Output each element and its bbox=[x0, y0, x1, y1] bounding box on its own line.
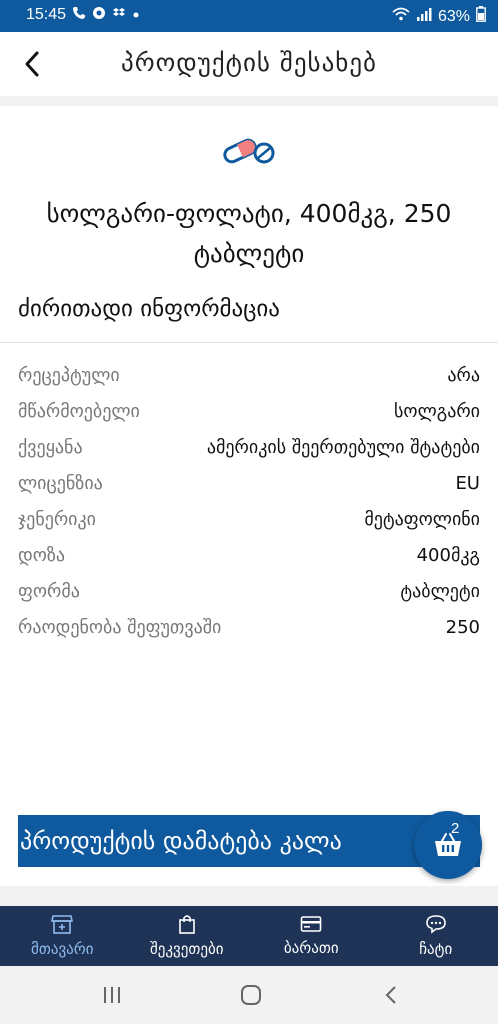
recent-apps-icon bbox=[104, 987, 120, 1003]
info-value: ამერიკის შეერთებული შტატები bbox=[206, 436, 480, 458]
app-bar: პროდუქტის შესახებ bbox=[0, 32, 498, 96]
status-time: 15:45 bbox=[26, 6, 67, 23]
info-row-license: ლიცენზია EU bbox=[18, 467, 480, 499]
info-value: EU bbox=[455, 472, 480, 494]
wifi-icon bbox=[392, 7, 410, 26]
recent-apps-button[interactable] bbox=[99, 982, 125, 1008]
nav-label: მთავარი bbox=[31, 940, 94, 958]
product-title: სოლგარი-ფოლატი, 400მკგ, 250 ტაბლეტი bbox=[46, 199, 452, 268]
pills-icon bbox=[218, 136, 280, 166]
divider bbox=[0, 342, 498, 343]
home-icon bbox=[241, 985, 261, 1005]
dot-icon bbox=[132, 7, 140, 23]
info-value: 250 bbox=[445, 616, 480, 638]
cart-count-badge: 2 bbox=[451, 820, 460, 837]
bottom-nav: მთავარი შეკვეთები ბარათი ჩატი bbox=[0, 906, 498, 966]
info-row-form: ფორმა ტაბლეტი bbox=[18, 575, 480, 607]
info-row-quantity: რაოდენობა შეფუთვაში 250 bbox=[18, 611, 480, 643]
nav-item-card[interactable]: ბარათი bbox=[249, 906, 374, 966]
info-label: ქვეყანა bbox=[18, 436, 83, 458]
nav-label: ბარათი bbox=[283, 939, 339, 957]
signal-icon bbox=[416, 7, 432, 26]
nav-label: შეკვეთები bbox=[150, 940, 224, 958]
chat-icon bbox=[425, 915, 446, 934]
system-back-icon bbox=[385, 986, 396, 1004]
info-label: დოზა bbox=[18, 544, 66, 566]
section-title: ძირითადი ინფორმაცია bbox=[18, 296, 280, 322]
info-row-dose: დოზა 400მკგ bbox=[18, 539, 480, 571]
status-bar: 15:45 63% bbox=[0, 0, 498, 32]
info-label: ლიცენზია bbox=[18, 472, 103, 494]
system-back-button[interactable] bbox=[378, 982, 404, 1008]
info-row-prescription: რეცეპტული არა bbox=[18, 359, 480, 391]
info-label: მწარმოებელი bbox=[18, 400, 140, 422]
nav-item-chat[interactable]: ჩატი bbox=[374, 906, 498, 966]
wifi-call-icon bbox=[72, 6, 86, 24]
page-title: პროდუქტის შესახებ bbox=[121, 48, 377, 77]
product-card: სოლგარი-ფოლატი, 400მკგ, 250 ტაბლეტი ძირი… bbox=[0, 106, 498, 886]
info-value: 400მკგ bbox=[416, 544, 480, 566]
bag-icon bbox=[178, 915, 195, 934]
dropbox-icon bbox=[112, 6, 126, 24]
nav-item-orders[interactable]: შეკვეთები bbox=[125, 906, 250, 966]
card-icon bbox=[300, 916, 322, 932]
cart-button[interactable]: 2 bbox=[414, 811, 482, 879]
info-value: სოლგარი bbox=[394, 400, 480, 422]
info-value: ტაბლეტი bbox=[400, 580, 480, 602]
system-nav-bar bbox=[0, 966, 498, 1024]
info-label: რაოდენობა შეფუთვაში bbox=[18, 616, 222, 638]
app-notification-icon bbox=[92, 6, 106, 24]
battery-percent: 63% bbox=[437, 7, 470, 25]
nav-item-home[interactable]: მთავარი bbox=[0, 906, 125, 966]
nav-label: ჩატი bbox=[419, 940, 453, 958]
add-to-cart-button[interactable]: პროდუქტის დამატება კალა bbox=[18, 815, 480, 867]
info-row-country: ქვეყანა ამერიკის შეერთებული შტატები bbox=[18, 431, 480, 463]
info-value: მეტაფოლინი bbox=[364, 508, 480, 530]
home-button[interactable] bbox=[238, 982, 264, 1008]
info-label: ფორმა bbox=[18, 580, 80, 602]
info-label: ჯენერიკი bbox=[18, 508, 97, 530]
info-row-generic: ჯენერიკი მეტაფოლინი bbox=[18, 503, 480, 535]
store-icon bbox=[51, 915, 74, 934]
info-value: არა bbox=[447, 364, 480, 386]
info-label: რეცეპტული bbox=[18, 364, 120, 386]
battery-icon bbox=[476, 6, 486, 27]
info-row-manufacturer: მწარმოებელი სოლგარი bbox=[18, 395, 480, 427]
